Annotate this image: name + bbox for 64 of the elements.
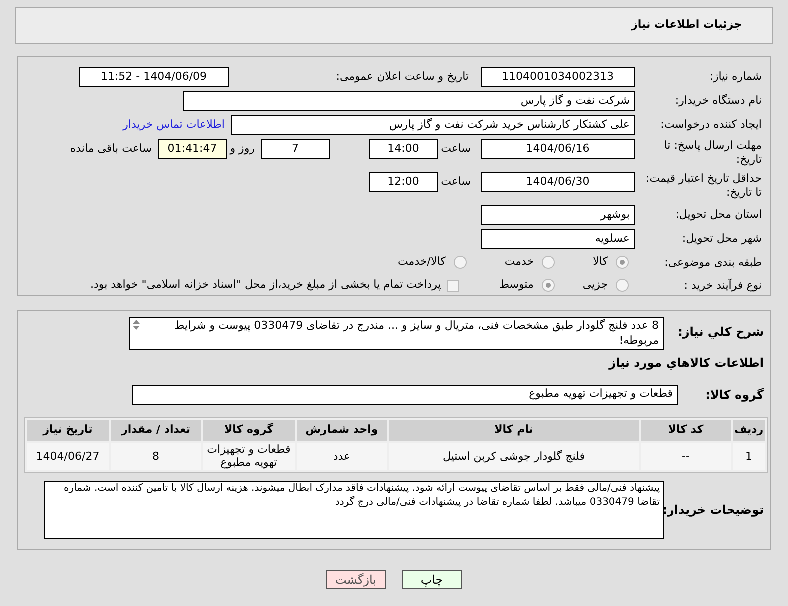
checkbox-label: پرداخت تمام یا بخشی از مبلغ خرید،از محل "اسناد خزانه اسلامی" خواهد بود.: [90, 277, 442, 294]
table-cell: عدد: [297, 442, 387, 470]
column-header: تاریخ نیاز: [27, 420, 109, 441]
field-label: شهر محل تحویل:: [681, 232, 762, 246]
field-label: ایجاد کننده درخواست:: [660, 118, 762, 132]
city-field: عسلویه: [481, 229, 635, 250]
validity-date-field: 1404/06/30: [481, 172, 635, 192]
notes-textarea[interactable]: پیشنهاد فنی/مالی فقط بر اساس تقاضای پیوست ارائه شود. پیشنهادات فاقد مدارک ابطال میشوند. هزینه ارسال کالا با تامین کننده است. شماره تقاضا 0330479 میباشد. لطفا شماره تقاضا در پیشنهادات فنی/مالی درج گردد: [44, 480, 664, 538]
page-title: جزئیات اطلاعات نیاز: [632, 17, 742, 34]
radio-label: کالا: [593, 254, 608, 270]
radio-label: کالا/خدمت: [398, 254, 446, 270]
field-label: شماره نیاز:: [708, 70, 762, 84]
column-header: تعداد / مقدار: [111, 420, 201, 441]
remaining-time-field: 01:41:47: [158, 139, 227, 159]
need-number-field: 1104001034002313: [481, 67, 635, 87]
field-label: استان محل تحویل:: [674, 208, 762, 222]
field-label: نوع فرآیند خرید :: [683, 278, 762, 293]
validity-time-field: 12:00: [369, 172, 438, 192]
back-button[interactable]: بازگشت: [326, 570, 386, 589]
column-header: کد کالا: [641, 420, 731, 441]
section-heading: اطلاعات كالاهاي مورد نياز: [609, 356, 764, 370]
deadline-date-field: 1404/06/16: [481, 139, 635, 159]
field-label: نام دستگاه خریدار:: [674, 94, 762, 108]
field-label: ساعت: [440, 141, 471, 157]
goods-group-field: قطعات و تجهیزات تهویه مطبوع: [132, 384, 678, 404]
scroll-arrows-icon: [132, 319, 141, 331]
table-cell: 8: [111, 442, 201, 470]
checkbox[interactable]: [447, 280, 460, 292]
field-label: توضیحات خریدار:: [664, 502, 764, 516]
field-label: طبقه بندی موضوعی:: [664, 256, 762, 270]
field-label: تاریخ و ساعت اعلان عمومی:: [335, 70, 469, 84]
table-cell: 1: [733, 442, 765, 470]
announce-date-field: 1404/06/09 - 11:52: [79, 67, 229, 87]
buyer-org-field: شرکت نفت و گاز پارس: [183, 91, 635, 111]
table-cell: --: [641, 442, 731, 470]
column-header: ردیف: [733, 420, 765, 441]
buyer-contact-link[interactable]: اطلاعات تماس خریدار: [123, 116, 225, 134]
deadline-time-field: 14:00: [369, 139, 438, 159]
radio-label: متوسط: [499, 277, 534, 294]
table-cell: 1404/06/27: [27, 442, 109, 470]
field-label: روز و: [228, 141, 255, 157]
radio-button[interactable]: [616, 256, 629, 270]
province-field: بوشهر: [481, 205, 635, 226]
field-label: مهلت ارسال پاسخ: تا تاریخ:: [663, 139, 762, 167]
column-header: گروه کالا: [203, 420, 295, 441]
column-header: نام کالا: [389, 420, 639, 441]
radio-button[interactable]: [454, 256, 467, 270]
print-button[interactable]: چاپ: [402, 570, 462, 589]
field-label: حداقل تاریخ اعتبار قیمت: تا تاریخ:: [645, 172, 762, 200]
radio-label: خدمت: [504, 254, 534, 270]
field-label: ساعت باقی مانده: [70, 141, 152, 157]
radio-button[interactable]: [616, 279, 629, 292]
days-field: 7: [261, 139, 330, 159]
creator-field: علی کشتکار کارشناس خرید شرکت نفت و گاز پارس: [231, 115, 635, 135]
field-label: ساعت: [440, 174, 471, 190]
radio-button[interactable]: [542, 256, 556, 270]
column-header: واحد شمارش: [297, 420, 387, 441]
table-cell: فلنج گلودار جوشی کربن استیل: [389, 442, 639, 470]
radio-label: جزیی: [582, 277, 608, 294]
table-cell: قطعات و تجهیزات تهویه مطبوع: [203, 442, 295, 470]
radio-button[interactable]: [542, 279, 555, 292]
summary-textarea[interactable]: 8 عدد فلنج گلودار طبق مشخصات فنی، متریال و سایز و ... مندرج در تقاضای 0330479 پیوست و شرایط مربوطه!: [129, 317, 664, 350]
field-label: گروه کالا:: [704, 388, 764, 402]
field-label: شرح کلي نياز:: [677, 325, 764, 339]
